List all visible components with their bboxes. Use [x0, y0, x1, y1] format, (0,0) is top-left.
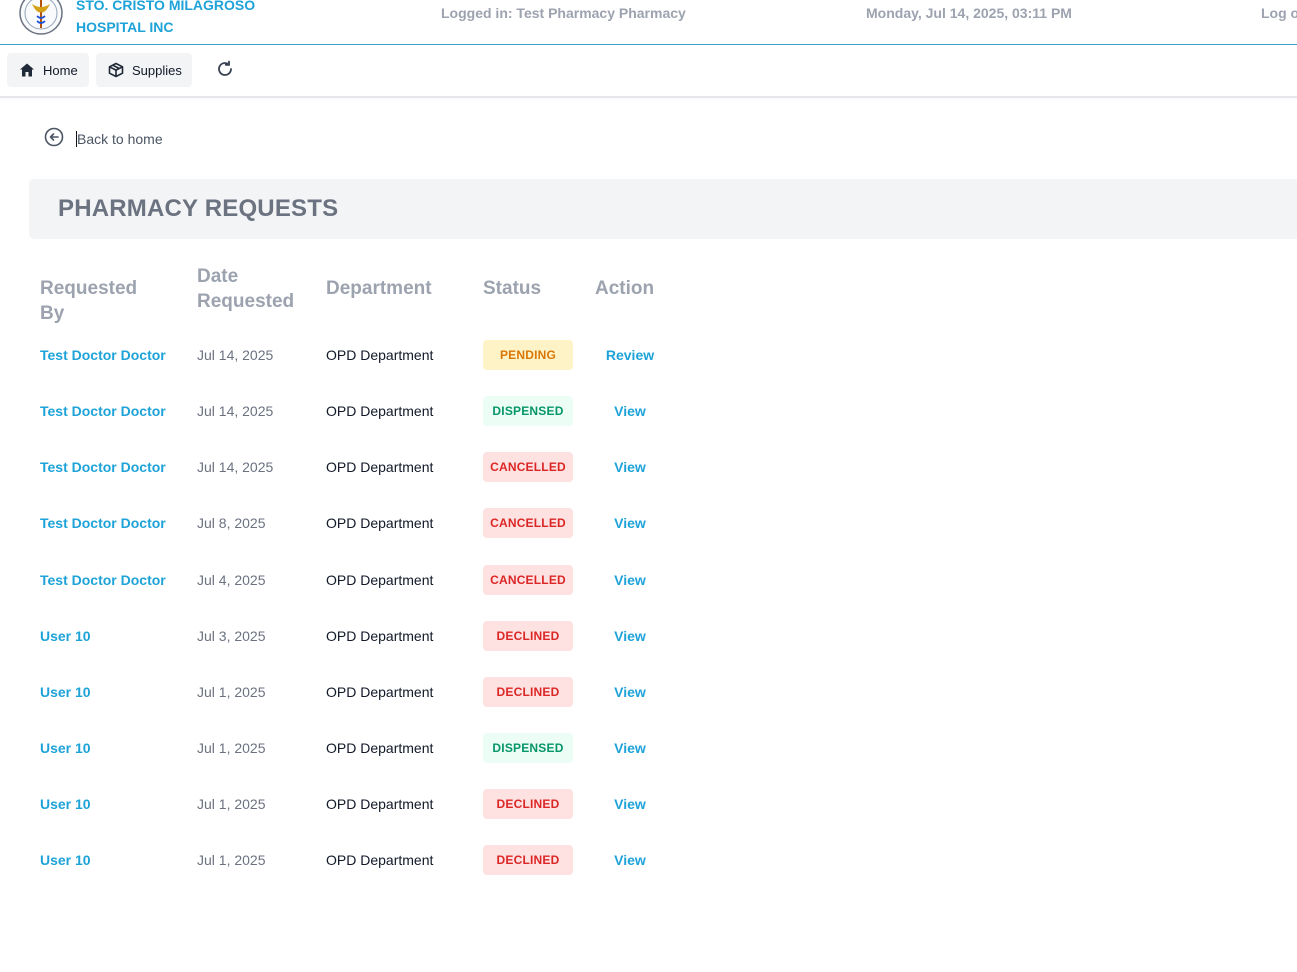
column-header-date-requested: Date Requested	[197, 264, 294, 314]
date-requested: Jul 1, 2025	[197, 796, 266, 812]
status-badge: PENDING	[483, 340, 573, 370]
table-row: Test Doctor Doctor Jul 14, 2025 OPD Depart…	[40, 396, 680, 426]
date-requested: Jul 1, 2025	[197, 684, 266, 700]
column-header-action: Action	[595, 278, 655, 299]
table-row: User 10 Jul 1, 2025 OPD Department DECLINED…	[40, 789, 680, 819]
top-header: STO. CRISTO MILAGROSO HOSPITAL INC Logge…	[0, 0, 1297, 45]
date-requested: Jul 1, 2025	[197, 740, 266, 756]
home-icon	[19, 62, 35, 78]
date-requested: Jul 3, 2025	[197, 628, 266, 644]
department: OPD Department	[326, 572, 434, 588]
back-to-home-link[interactable]: Back to home	[44, 127, 163, 152]
home-button-label: Home	[43, 62, 78, 78]
page-title-panel: PHARMACY REQUESTS	[29, 179, 1297, 239]
table-row: User 10 Jul 1, 2025 OPD Department DECLINED…	[40, 845, 680, 875]
table-row: Test Doctor Doctor Jul 14, 2025 OPD Depart…	[40, 452, 680, 482]
department: OPD Department	[326, 796, 434, 812]
column-header-requested-by: Requested By	[40, 278, 138, 324]
department: OPD Department	[326, 515, 434, 531]
department: OPD Department	[326, 628, 434, 644]
requested-by-link[interactable]: User 10	[40, 628, 91, 644]
requested-by-link[interactable]: Test Doctor Doctor	[40, 459, 166, 475]
view-link[interactable]: View	[580, 740, 680, 756]
column-header-status: Status	[483, 278, 542, 299]
status-badge: DECLINED	[483, 845, 573, 875]
column-header-date-line1: Date	[197, 266, 239, 287]
current-datetime: Monday, Jul 14, 2025, 03:11 PM	[866, 5, 1072, 21]
table-row: Test Doctor Doctor Jul 4, 2025 OPD Departm…	[40, 565, 680, 595]
status-badge: CANCELLED	[483, 508, 573, 538]
status-badge: DECLINED	[483, 789, 573, 819]
date-requested: Jul 14, 2025	[197, 403, 274, 419]
requested-by-link[interactable]: Test Doctor Doctor	[40, 515, 166, 531]
table-row: User 10 Jul 1, 2025 OPD Department DECLINED…	[40, 677, 680, 707]
home-button[interactable]: Home	[7, 53, 89, 87]
back-to-home-label: Back to home	[76, 131, 163, 147]
date-requested: Jul 14, 2025	[197, 459, 274, 475]
nav-bar: Home Supplies	[0, 45, 1297, 98]
arrow-left-circle-icon	[44, 127, 64, 152]
hospital-name: STO. CRISTO MILAGROSO HOSPITAL INC	[76, 0, 276, 38]
view-link[interactable]: View	[580, 852, 680, 868]
view-link[interactable]: View	[580, 572, 680, 588]
page-title: PHARMACY REQUESTS	[58, 195, 339, 222]
department: OPD Department	[326, 403, 434, 419]
status-badge: DISPENSED	[483, 733, 573, 763]
date-requested: Jul 8, 2025	[197, 515, 266, 531]
view-link[interactable]: View	[580, 628, 680, 644]
logout-link[interactable]: Log o	[1261, 5, 1297, 21]
logged-in-user: Logged in: Test Pharmacy Pharmacy	[441, 5, 686, 21]
hospital-name-line2: HOSPITAL INC	[76, 19, 174, 35]
department: OPD Department	[326, 347, 434, 363]
status-badge: CANCELLED	[483, 565, 573, 595]
supplies-button-label: Supplies	[132, 62, 182, 78]
requested-by-link[interactable]: User 10	[40, 852, 91, 868]
date-requested: Jul 1, 2025	[197, 852, 266, 868]
supplies-button[interactable]: Supplies	[96, 53, 192, 87]
column-header-department: Department	[326, 278, 432, 299]
requested-by-link[interactable]: User 10	[40, 796, 91, 812]
status-badge: CANCELLED	[483, 452, 573, 482]
hospital-seal-logo	[18, 0, 64, 36]
refresh-icon	[216, 60, 234, 83]
status-badge: DECLINED	[483, 677, 573, 707]
department: OPD Department	[326, 740, 434, 756]
status-badge: DECLINED	[483, 621, 573, 651]
table-row: User 10 Jul 1, 2025 OPD Department DISPENSE…	[40, 733, 680, 763]
view-link[interactable]: View	[580, 459, 680, 475]
table-row: Test Doctor Doctor Jul 14, 2025 OPD Depart…	[40, 340, 680, 370]
requested-by-link[interactable]: User 10	[40, 684, 91, 700]
hospital-name-line1: STO. CRISTO MILAGROSO	[76, 0, 256, 13]
view-link[interactable]: View	[580, 515, 680, 531]
requested-by-link[interactable]: Test Doctor Doctor	[40, 572, 166, 588]
department: OPD Department	[326, 459, 434, 475]
refresh-button[interactable]	[212, 58, 238, 84]
department: OPD Department	[326, 852, 434, 868]
status-badge: DISPENSED	[483, 396, 573, 426]
column-header-date-line2: Requested	[197, 291, 295, 312]
table-row: Test Doctor Doctor Jul 8, 2025 OPD Departm…	[40, 508, 680, 538]
box-icon	[108, 62, 124, 78]
view-link[interactable]: View	[580, 796, 680, 812]
date-requested: Jul 4, 2025	[197, 572, 266, 588]
review-link[interactable]: Review	[580, 347, 680, 363]
requested-by-link[interactable]: Test Doctor Doctor	[40, 403, 166, 419]
department: OPD Department	[326, 684, 434, 700]
table-row: User 10 Jul 3, 2025 OPD Department DECLINED…	[40, 621, 680, 651]
date-requested: Jul 14, 2025	[197, 347, 274, 363]
view-link[interactable]: View	[580, 403, 680, 419]
requested-by-link[interactable]: User 10	[40, 740, 91, 756]
view-link[interactable]: View	[580, 684, 680, 700]
requested-by-link[interactable]: Test Doctor Doctor	[40, 347, 166, 363]
